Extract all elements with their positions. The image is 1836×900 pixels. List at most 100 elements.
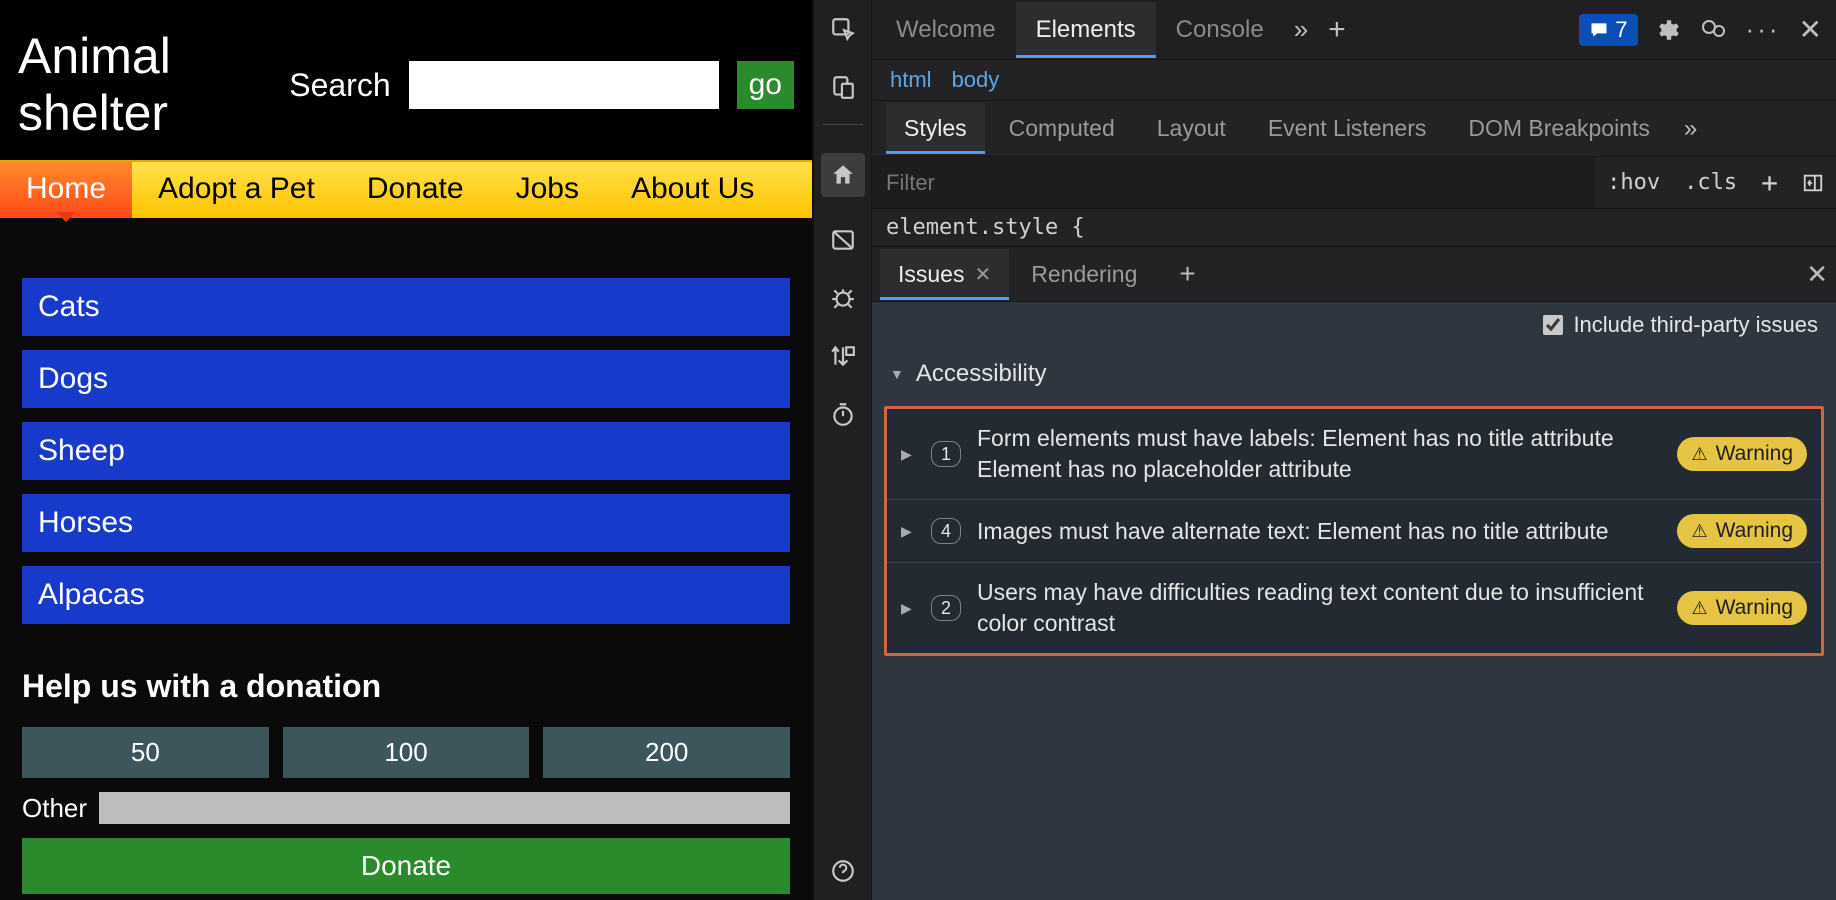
warning-icon: ⚠ xyxy=(1691,521,1707,542)
search-input[interactable] xyxy=(409,61,719,109)
warning-badge: ⚠ Warning xyxy=(1677,591,1807,625)
styles-filter-input[interactable] xyxy=(872,157,1595,208)
nav-about[interactable]: About Us xyxy=(605,162,780,218)
more-tabs-icon[interactable]: » xyxy=(1284,14,1318,45)
list-item[interactable]: Dogs xyxy=(22,350,790,408)
donation-amount-100[interactable]: 100 xyxy=(283,727,530,778)
third-party-toggle: Include third-party issues xyxy=(872,302,1836,348)
no-image-icon[interactable] xyxy=(828,225,858,255)
inspect-icon[interactable] xyxy=(828,14,858,44)
tab-console[interactable]: Console xyxy=(1156,2,1284,58)
drawer-new-tab-icon[interactable]: + xyxy=(1159,258,1215,290)
issue-text: Users may have difficulties reading text… xyxy=(977,577,1661,639)
warning-icon: ⚠ xyxy=(1691,444,1707,465)
issue-row[interactable]: ▶ 1 Form elements must have labels: Elem… xyxy=(887,409,1821,500)
issue-count: 2 xyxy=(931,595,961,621)
donation-amount-row: 50 100 200 xyxy=(22,727,790,778)
site-title: Animal shelter xyxy=(18,28,208,143)
issue-row[interactable]: ▶ 4 Images must have alternate text: Ele… xyxy=(887,500,1821,563)
nav-home[interactable]: Home xyxy=(0,162,132,218)
devtools-main: Welcome Elements Console » + 7 ··· ✕ xyxy=(872,0,1836,900)
subtab-layout[interactable]: Layout xyxy=(1139,103,1244,154)
chevron-right-icon[interactable]: ▶ xyxy=(901,523,915,540)
donation-amount-200[interactable]: 200 xyxy=(543,727,790,778)
issues-badge[interactable]: 7 xyxy=(1579,14,1637,46)
other-label: Other xyxy=(22,793,87,824)
donation-amount-50[interactable]: 50 xyxy=(22,727,269,778)
styles-filter-row: :hov .cls + xyxy=(872,157,1836,209)
bug-icon[interactable] xyxy=(828,283,858,313)
subtab-event-listeners[interactable]: Event Listeners xyxy=(1250,103,1445,154)
close-issues-tab-icon[interactable]: ✕ xyxy=(974,262,991,287)
element-style-line: element.style { xyxy=(872,209,1836,246)
close-drawer-icon[interactable]: ✕ xyxy=(1806,259,1828,290)
warning-icon: ⚠ xyxy=(1691,598,1707,619)
issues-highlight-box: ▶ 1 Form elements must have labels: Elem… xyxy=(884,406,1824,656)
warning-label: Warning xyxy=(1716,519,1793,543)
issue-row[interactable]: ▶ 2 Users may have difficulties reading … xyxy=(887,563,1821,653)
settings-icon[interactable] xyxy=(1656,17,1682,43)
tab-welcome[interactable]: Welcome xyxy=(876,2,1016,58)
new-tab-icon[interactable]: + xyxy=(1318,13,1356,47)
nav-adopt[interactable]: Adopt a Pet xyxy=(132,162,341,218)
warning-badge: ⚠ Warning xyxy=(1677,437,1807,471)
subtab-styles[interactable]: Styles xyxy=(886,103,985,154)
more-subtabs-icon[interactable]: » xyxy=(1674,115,1707,143)
accessibility-section[interactable]: ▼ Accessibility xyxy=(872,348,1836,400)
crumb-html[interactable]: html xyxy=(890,67,932,93)
issue-count: 1 xyxy=(931,441,961,467)
search: Search go xyxy=(289,61,794,109)
drawer-tabs: Issues ✕ Rendering + ✕ xyxy=(872,246,1836,302)
donation-title: Help us with a donation xyxy=(22,668,790,705)
warning-badge: ⚠ Warning xyxy=(1677,514,1807,548)
warning-label: Warning xyxy=(1716,442,1793,466)
feedback-icon[interactable] xyxy=(1700,17,1728,43)
nav-donate[interactable]: Donate xyxy=(341,162,490,218)
drawer-tab-issues[interactable]: Issues ✕ xyxy=(880,249,1009,300)
help-icon[interactable] xyxy=(828,856,858,886)
more-options-icon[interactable]: ··· xyxy=(1746,14,1781,45)
hov-toggle[interactable]: :hov xyxy=(1595,170,1672,195)
tab-elements[interactable]: Elements xyxy=(1016,2,1156,58)
devtools: Welcome Elements Console » + 7 ··· ✕ xyxy=(812,0,1836,900)
home-icon[interactable] xyxy=(821,153,865,197)
toggle-sidebar-icon[interactable] xyxy=(1790,172,1836,194)
issue-text: Form elements must have labels: Element … xyxy=(977,423,1661,485)
header: Animal shelter Search go xyxy=(0,0,812,160)
search-go-button[interactable]: go xyxy=(737,61,794,109)
drawer-tab-issues-label: Issues xyxy=(898,261,964,288)
styles-subtabs: Styles Computed Layout Event Listeners D… xyxy=(872,101,1836,157)
crumb-body[interactable]: body xyxy=(952,67,1000,93)
drawer-tab-rendering[interactable]: Rendering xyxy=(1013,249,1155,300)
main-nav: Home Adopt a Pet Donate Jobs About Us xyxy=(0,160,812,218)
issue-text: Images must have alternate text: Element… xyxy=(977,516,1661,547)
animal-list: Cats Dogs Sheep Horses Alpacas xyxy=(0,218,812,634)
devtools-sidebar xyxy=(814,0,872,900)
chat-icon xyxy=(1589,20,1609,40)
devtools-top-tabs: Welcome Elements Console » + 7 ··· ✕ xyxy=(872,0,1836,60)
list-item[interactable]: Sheep xyxy=(22,422,790,480)
stopwatch-icon[interactable] xyxy=(828,399,858,429)
nav-jobs[interactable]: Jobs xyxy=(490,162,605,218)
network-icon[interactable] xyxy=(828,341,858,371)
device-toggle-icon[interactable] xyxy=(828,72,858,102)
subtab-computed[interactable]: Computed xyxy=(991,103,1133,154)
donate-button[interactable]: Donate xyxy=(22,838,790,894)
donation-section: Help us with a donation 50 100 200 Other… xyxy=(0,634,812,894)
cls-toggle[interactable]: .cls xyxy=(1672,170,1749,195)
subtab-dom-breakpoints[interactable]: DOM Breakpoints xyxy=(1450,103,1668,154)
third-party-checkbox[interactable] xyxy=(1543,315,1563,335)
page-preview: Animal shelter Search go Home Adopt a Pe… xyxy=(0,0,812,900)
chevron-right-icon[interactable]: ▶ xyxy=(901,600,915,617)
search-label: Search xyxy=(289,67,390,104)
new-style-rule-icon[interactable]: + xyxy=(1749,166,1790,199)
chevron-right-icon[interactable]: ▶ xyxy=(901,446,915,463)
third-party-label: Include third-party issues xyxy=(1573,312,1818,338)
donation-other-row: Other xyxy=(22,792,790,824)
other-amount-input[interactable] xyxy=(99,792,790,824)
list-item[interactable]: Cats xyxy=(22,278,790,336)
list-item[interactable]: Horses xyxy=(22,494,790,552)
drawer-body: Include third-party issues ▼ Accessibili… xyxy=(872,302,1836,900)
list-item[interactable]: Alpacas xyxy=(22,566,790,624)
close-devtools-icon[interactable]: ✕ xyxy=(1799,13,1822,46)
